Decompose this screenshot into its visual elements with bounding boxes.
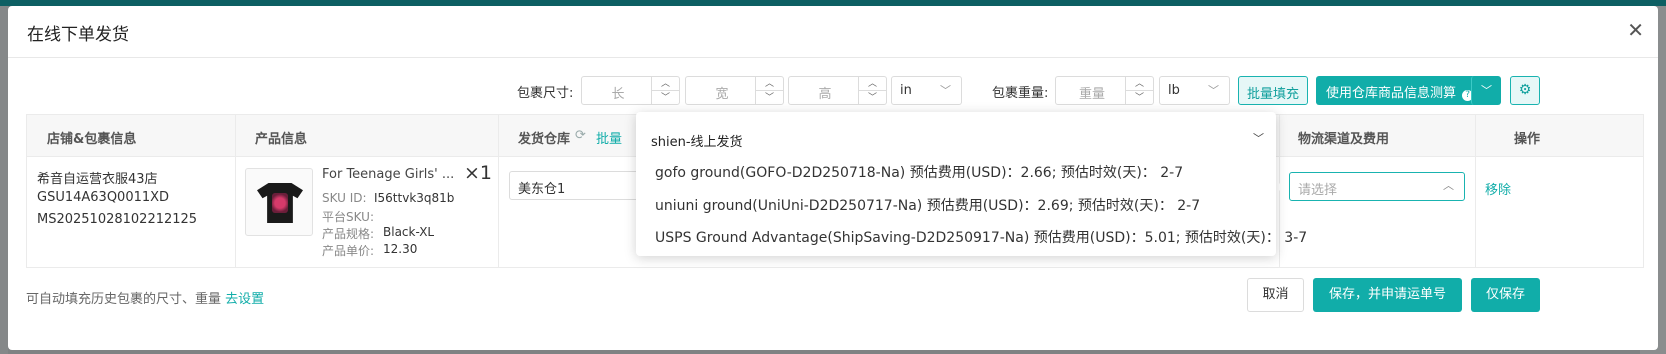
weight-placeholder: 重量: [1078, 87, 1105, 102]
sku-value: I56ttvk3q81b: [374, 191, 455, 205]
product-title[interactable]: For Teenage Girls' ...: [322, 167, 454, 182]
chevron-down-icon[interactable]: ﹀: [859, 91, 886, 105]
footer-note: 可自动填充历史包裹的尺寸、重量 去设置: [26, 288, 264, 307]
width-input[interactable]: 宽 ︿ ﹀: [685, 76, 784, 105]
spec-label: 产品规格:: [322, 227, 375, 241]
package-number: GSU14A63Q0011XD: [37, 190, 170, 205]
chevron-down-icon[interactable]: ﹀: [1253, 130, 1264, 146]
price-label: 产品单价:: [322, 244, 375, 258]
package-size-label: 包裹尺寸:: [517, 86, 574, 101]
weight-stepper[interactable]: ︿ ﹀: [1125, 77, 1153, 104]
height-placeholder: 高: [818, 87, 832, 102]
width-stepper[interactable]: ︿ ﹀: [755, 77, 783, 104]
gear-icon[interactable]: ⚙: [1510, 76, 1540, 105]
chevron-up-icon[interactable]: ︿: [859, 77, 886, 91]
header-action: 操作: [1514, 132, 1541, 147]
settings-link[interactable]: 去设置: [225, 292, 264, 307]
channel-dropdown: shien-线上发货 ﹀ gofo ground(GOFO-D2D250718-…: [636, 112, 1307, 256]
spec-value: Black-XL: [383, 225, 435, 239]
estimate-button-label: 使用仓库商品信息测算: [1326, 86, 1457, 101]
chevron-up-icon: ︿: [1443, 179, 1454, 192]
column-divider: [498, 115, 499, 267]
platform-sku-label: 平台SKU:: [322, 210, 374, 224]
modal-title: 在线下单发货: [27, 25, 129, 45]
weight-input[interactable]: 重量 ︿ ﹀: [1055, 76, 1154, 105]
refresh-icon[interactable]: ⟳: [575, 128, 586, 143]
sku-label: SKU ID:: [322, 191, 367, 205]
dropdown-group-label[interactable]: shien-线上发货: [651, 131, 743, 150]
chevron-down-icon[interactable]: ﹀: [756, 91, 783, 105]
chevron-up-icon[interactable]: ︿: [652, 77, 679, 91]
warehouse-value: 美东仓1: [518, 182, 566, 197]
channel-option[interactable]: gofo ground(GOFO-D2D250718-Na) 预估费用(USD)…: [655, 162, 1183, 182]
product-image: [245, 168, 313, 236]
chevron-up-icon[interactable]: ︿: [756, 77, 783, 91]
price-value: 12.30: [383, 242, 418, 256]
chevron-down-icon[interactable]: ﹀: [652, 91, 679, 105]
batch-link[interactable]: 批量: [596, 128, 622, 147]
chevron-down-icon[interactable]: ﹀: [1126, 91, 1153, 105]
batch-fill-button[interactable]: 批量填充: [1238, 76, 1309, 105]
width-placeholder: 宽: [715, 87, 729, 102]
chevron-down-icon: ﹀: [940, 84, 951, 97]
dropdown-arrow: [1276, 180, 1283, 194]
save-only-button[interactable]: 仅保存: [1471, 278, 1540, 312]
length-placeholder: 长: [611, 87, 625, 102]
online-shipping-modal: 在线下单发货 ✕ 包裹尺寸: 长 ︿ ﹀ 宽 ︿ ﹀ 高 ︿ ﹀ in ﹀ 包裹重量:…: [8, 6, 1658, 350]
cancel-button[interactable]: 取消: [1247, 278, 1304, 312]
channel-option[interactable]: USPS Ground Advantage(ShipSaving-D2D2509…: [655, 227, 1307, 247]
length-stepper[interactable]: ︿ ﹀: [651, 77, 679, 104]
close-icon[interactable]: ✕: [1627, 18, 1644, 42]
tshirt-print: [272, 193, 288, 213]
column-divider: [1475, 115, 1476, 267]
column-divider: [235, 115, 236, 267]
header-warehouse: 发货仓库: [518, 132, 571, 147]
background-left-edge: [0, 6, 8, 354]
package-weight-label: 包裹重量:: [992, 86, 1049, 101]
product-quantity: ×1: [464, 162, 493, 184]
height-input[interactable]: 高 ︿ ﹀: [788, 76, 887, 105]
channel-option[interactable]: uniuni ground(UniUni-D2D250717-Na) 预估费用(…: [655, 195, 1200, 215]
chevron-down-icon: ﹀: [1208, 84, 1219, 97]
save-and-apply-button[interactable]: 保存，并申请运单号: [1313, 278, 1462, 312]
chevron-up-icon[interactable]: ︿: [1126, 77, 1153, 91]
channel-select[interactable]: 请选择 ︿: [1289, 172, 1465, 201]
chevron-down-icon[interactable]: ﹀: [1471, 76, 1501, 105]
order-number: MS20251028102212125: [37, 212, 198, 227]
header-product: 产品信息: [255, 132, 308, 147]
footer-note-text: 可自动填充历史包裹的尺寸、重量: [26, 292, 222, 307]
store-name: 希音自运营衣服43店: [37, 172, 158, 187]
size-unit-value: in: [900, 83, 912, 98]
modal-header: 在线下单发货 ✕: [8, 6, 1658, 58]
height-stepper[interactable]: ︿ ﹀: [858, 77, 886, 104]
remove-link[interactable]: 移除: [1485, 179, 1511, 198]
estimate-button[interactable]: 使用仓库商品信息测算 ?: [1316, 76, 1484, 105]
channel-placeholder: 请选择: [1298, 183, 1338, 198]
weight-unit-select[interactable]: lb ﹀: [1159, 76, 1230, 105]
size-unit-select[interactable]: in ﹀: [891, 76, 962, 105]
weight-unit-value: lb: [1168, 83, 1180, 98]
header-store: 店铺&包裹信息: [47, 132, 137, 147]
length-input[interactable]: 长 ︿ ﹀: [581, 76, 680, 105]
header-channel: 物流渠道及费用: [1298, 132, 1390, 147]
package-toolbar: 包裹尺寸: 长 ︿ ﹀ 宽 ︿ ﹀ 高 ︿ ﹀ in ﹀ 包裹重量: 重量 ︿ ﹀ lb…: [8, 76, 1658, 106]
